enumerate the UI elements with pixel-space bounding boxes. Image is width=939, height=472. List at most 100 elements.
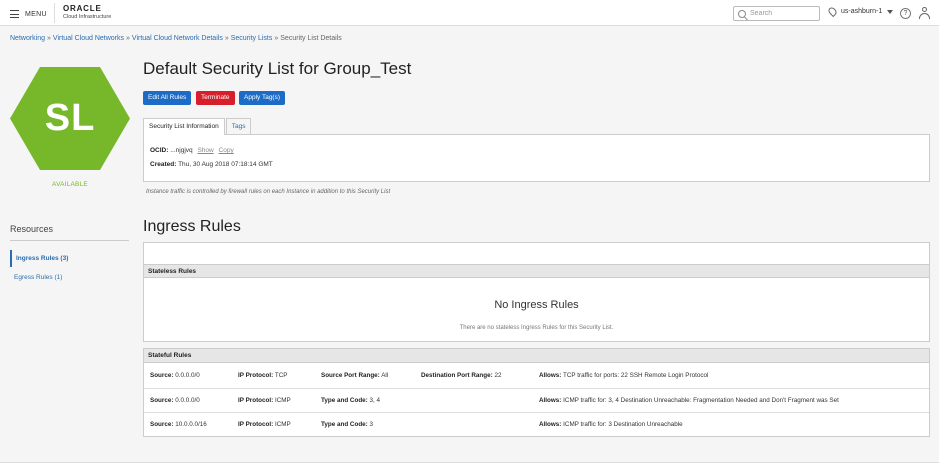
search-icon: [738, 9, 746, 18]
stateless-rules-heading: Stateless Rules: [144, 264, 929, 278]
rule-field-label: IP Protocol:: [238, 397, 274, 404]
search-box[interactable]: [733, 6, 820, 21]
rule-field-value: 22: [494, 372, 502, 379]
rule-field-label: Source Port Range:: [321, 372, 380, 379]
rule-field-value: ICMP: [274, 397, 291, 404]
rule-allows: Allows: TCP traffic for ports: 22 SSH Re…: [539, 372, 708, 379]
resources-title: Resources: [10, 224, 54, 234]
divider: [54, 3, 55, 23]
search-input[interactable]: [750, 10, 816, 17]
empty-state-text: There are no stateless Ingress Rules for…: [459, 325, 614, 331]
rule-field-label: IP Protocol:: [238, 372, 274, 379]
divider: [10, 240, 129, 241]
rule-destination-port-range: Destination Port Range: 22: [421, 372, 502, 379]
top-bar: MENU ORACLE Cloud Infrastructure us-ashb…: [0, 0, 939, 26]
resource-initials: SL: [44, 97, 96, 139]
ingress-rules-title: Ingress Rules: [143, 218, 241, 235]
breadcrumb-separator: »: [47, 35, 51, 42]
rule-field-value: 3, 4: [369, 397, 381, 404]
rule-field-label: Type and Code:: [321, 397, 368, 404]
terminate-button[interactable]: Terminate: [196, 91, 235, 105]
rule-field-value: 3: [369, 421, 374, 428]
rule-field-label: Destination Port Range:: [421, 372, 493, 379]
stateless-rules-box: Stateless Rules No Ingress Rules There a…: [143, 242, 930, 342]
rule-field-value: 0.0.0.0/0: [175, 397, 200, 404]
ocid-label: OCID:: [150, 147, 169, 154]
chevron-down-icon: [887, 9, 894, 14]
rule-protocol: IP Protocol: TCP: [238, 372, 287, 379]
rule-source: Source: 0.0.0.0/0: [150, 372, 200, 379]
breadcrumb-security-lists[interactable]: Security Lists: [231, 35, 273, 42]
rule-source: Source: 0.0.0.0/0: [150, 397, 200, 404]
breadcrumb-separator: »: [224, 35, 229, 42]
created-label: Created:: [150, 161, 177, 168]
rule-field-value: 10.0.0.0/16: [175, 421, 207, 428]
info-panel: OCID: ...njgjvq Show Copy Created: Thu, …: [143, 134, 930, 182]
rule-field-label: Allows:: [539, 397, 562, 404]
tab-security-list-information[interactable]: Security List Information: [143, 118, 225, 135]
rule-row: Source: 0.0.0.0/0 IP Protocol: TCP Sourc…: [144, 364, 929, 388]
rule-type-and-code: Type and Code: 3: [321, 421, 373, 428]
rule-field-label: IP Protocol:: [238, 421, 274, 428]
apply-tags-button[interactable]: Apply Tag(s): [239, 91, 286, 105]
rule-source: Source: 10.0.0.0/16: [150, 421, 207, 428]
breadcrumb-networking[interactable]: Networking: [10, 35, 45, 42]
user-icon[interactable]: [919, 7, 930, 19]
info-tabs: Security List Information Tags: [143, 118, 252, 135]
status-label: AVAILABLE: [52, 181, 88, 188]
page-title: Default Security List for Group_Test: [143, 59, 412, 78]
rule-row: Source: 10.0.0.0/16 IP Protocol: ICMP Ty…: [144, 412, 929, 436]
footer-bar: [0, 462, 939, 472]
logo-main-text: ORACLE: [63, 4, 102, 13]
rule-field-value: TCP: [274, 372, 288, 379]
location-pin-icon: [826, 5, 839, 18]
resources-item-ingress-rules[interactable]: Ingress Rules (3): [10, 250, 129, 267]
ocid-copy-link[interactable]: Copy: [219, 147, 234, 154]
breadcrumb-vcn-details[interactable]: Virtual Cloud Network Details: [132, 35, 223, 42]
edit-all-rules-button[interactable]: Edit All Rules: [143, 91, 192, 105]
rule-field-value: ICMP traffic for: 3, 4 Destination Unrea…: [563, 397, 839, 404]
ocid-value: ...njgjvq: [170, 147, 193, 154]
ocid-row: OCID: ...njgjvq Show Copy: [150, 147, 234, 154]
created-value: Thu, 30 Aug 2018 07:18:14 GMT: [178, 161, 273, 168]
breadcrumb-current: Security List Details: [280, 35, 342, 42]
tab-tags[interactable]: Tags: [225, 118, 252, 134]
rule-field-label: Source:: [150, 421, 174, 428]
rule-field-label: Allows:: [539, 421, 562, 428]
rule-field-label: Source:: [150, 372, 174, 379]
rule-field-value: 0.0.0.0/0: [175, 372, 200, 379]
rule-row: Source: 0.0.0.0/0 IP Protocol: ICMP Type…: [144, 388, 929, 412]
empty-state-title: No Ingress Rules: [494, 299, 579, 311]
resource-hexagon-icon: SL: [10, 67, 130, 170]
created-row: Created: Thu, 30 Aug 2018 07:18:14 GMT: [150, 161, 273, 168]
rule-source-port-range: Source Port Range: All: [321, 372, 388, 379]
menu-label: MENU: [25, 10, 47, 18]
rule-field-value: TCP traffic for ports: 22 SSH Remote Log…: [563, 372, 709, 379]
breadcrumb: Networking» Virtual Cloud Networks» Virtua…: [10, 35, 342, 42]
logo-sub-text: Cloud Infrastructure: [63, 14, 112, 20]
region-selector[interactable]: us-ashburn-1: [826, 5, 894, 18]
info-note: Instance traffic is controlled by firewa…: [146, 189, 391, 195]
rule-field-label: Allows:: [539, 372, 562, 379]
rule-allows: Allows: ICMP traffic for: 3, 4 Destinati…: [539, 397, 839, 404]
rule-field-label: Type and Code:: [321, 421, 368, 428]
rule-type-and-code: Type and Code: 3, 4: [321, 397, 380, 404]
rule-field-label: Source:: [150, 397, 174, 404]
stateful-rules-box: Stateful Rules Source: 0.0.0.0/0 IP Prot…: [143, 348, 930, 437]
menu-button[interactable]: MENU: [10, 8, 47, 20]
rule-allows: Allows: ICMP traffic for: 3 Destination …: [539, 421, 683, 428]
hamburger-icon: [10, 10, 19, 18]
ocid-show-link[interactable]: Show: [197, 147, 213, 154]
region-label: us-ashburn-1: [841, 8, 883, 15]
breadcrumb-vcns[interactable]: Virtual Cloud Networks: [53, 35, 124, 42]
help-icon[interactable]: ?: [900, 8, 911, 19]
rule-protocol: IP Protocol: ICMP: [238, 397, 291, 404]
oracle-logo[interactable]: ORACLE Cloud Infrastructure: [63, 4, 111, 21]
rule-field-value: ICMP: [274, 421, 291, 428]
rule-field-value: ICMP traffic for: 3 Destination Unreacha…: [563, 421, 683, 428]
breadcrumb-separator: »: [126, 35, 130, 42]
rule-field-value: All: [381, 372, 389, 379]
stateful-rules-heading: Stateful Rules: [144, 349, 929, 363]
resources-item-egress-rules[interactable]: Egress Rules (1): [10, 269, 129, 286]
rule-protocol: IP Protocol: ICMP: [238, 421, 291, 428]
